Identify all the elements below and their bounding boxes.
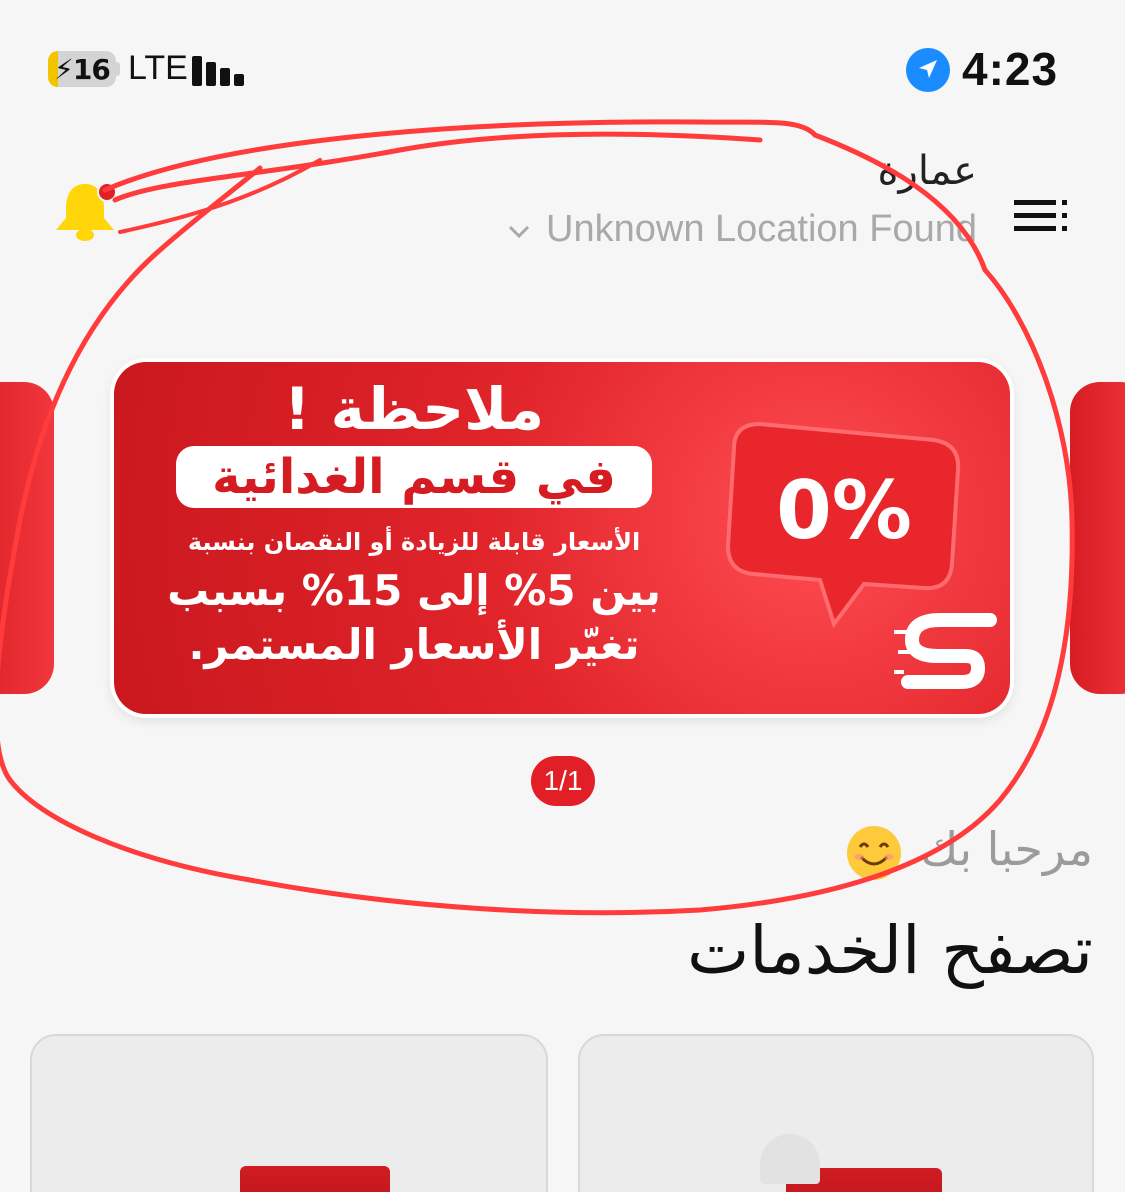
carousel-pager: 1/1 (531, 756, 595, 806)
shopping-bag-icon (240, 1166, 390, 1192)
charging-battery-icon: ⚡ 16 (48, 51, 116, 87)
network-type: LTE (128, 49, 188, 87)
service-card[interactable] (578, 1034, 1094, 1192)
chevron-down-icon (508, 225, 530, 239)
banner-line-2: بين 5% إلى 15% بسبب (167, 566, 661, 615)
next-banner-peek[interactable] (1070, 382, 1125, 694)
location-title[interactable]: عمارة (878, 148, 977, 194)
brand-logo-icon (894, 613, 997, 689)
welcome-message: مرحبا بك (846, 822, 1093, 881)
banner-pill: في قسم الغدائية (176, 446, 652, 508)
tissue-paper-icon (760, 1134, 820, 1184)
status-bar: ⚡ 16 LTE 4:23 (0, 0, 1125, 120)
banner-text-block: ملاحظة ! في قسم الغدائية الأسعار قابلة ل… (134, 376, 694, 672)
discount-badge: 0% (776, 464, 912, 557)
services-title: تصفح الخدمات (687, 912, 1093, 989)
menu-icon[interactable] (1012, 196, 1070, 236)
discount-bubble-icon: 0% (725, 421, 961, 629)
promo-banner: 0% ملاحظة ! في قسم الغدائية الأسعار قابل… (114, 362, 1010, 714)
banner-carousel[interactable]: 0% ملاحظة ! في قسم الغدائية الأسعار قابل… (0, 350, 1125, 730)
welcome-text: مرحبا بك (920, 822, 1093, 876)
notification-dot (97, 182, 117, 202)
previous-banner-peek[interactable] (0, 382, 54, 694)
location-selector[interactable]: Unknown Location Found (506, 208, 977, 251)
battery-level: 16 (72, 52, 111, 86)
clock: 4:23 (962, 43, 1059, 95)
banner-line-1: الأسعار قابلة للزيادة أو النقصان بنسبة (187, 528, 641, 556)
banner-card[interactable]: 0% ملاحظة ! في قسم الغدائية الأسعار قابل… (110, 358, 1014, 718)
location-arrow-icon (906, 48, 950, 92)
cellular-signal-icon (192, 54, 248, 86)
service-card[interactable] (30, 1034, 548, 1192)
location-subtitle: Unknown Location Found (546, 208, 977, 250)
banner-line-3: تغيّر الأسعار المستمر. (188, 620, 640, 669)
smiley-icon (847, 825, 902, 880)
banner-headline: ملاحظة ! (283, 375, 545, 443)
